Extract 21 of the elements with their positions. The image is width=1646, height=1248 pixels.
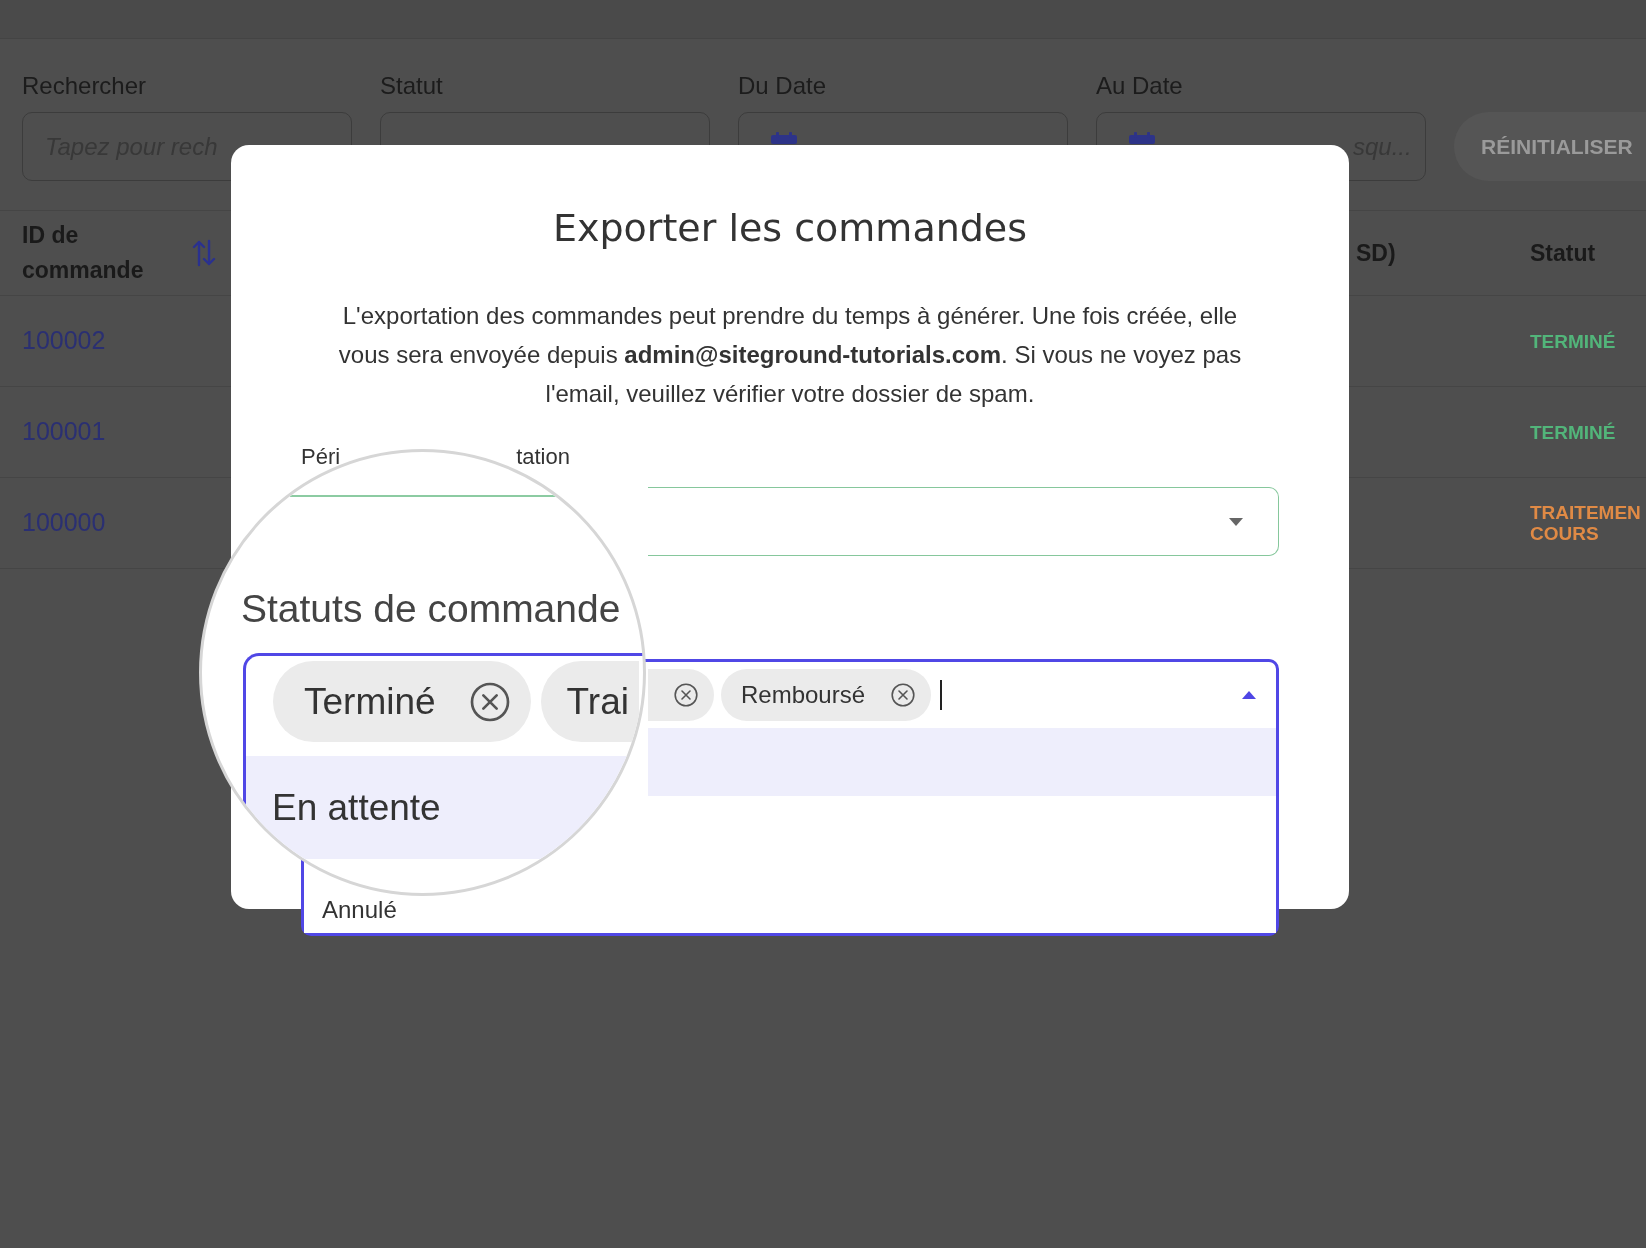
tag-label: Trai [566, 683, 629, 720]
caret-down-icon[interactable] [1229, 517, 1243, 526]
select-field[interactable] [648, 487, 1279, 556]
status-text: TERMINÉ [1530, 330, 1617, 352]
status-text: TRAITEMEN COURS [1530, 502, 1642, 544]
status-text: TERMINÉ [1530, 421, 1617, 443]
text-cursor [940, 680, 943, 710]
tag-label: Terminé [304, 683, 436, 720]
zoomed-multi-select-field[interactable]: Terminé Trai En attente [243, 653, 643, 859]
field-label: tation [516, 446, 570, 468]
tag-label: Remboursé [741, 683, 866, 707]
field-label: Péri [301, 446, 341, 468]
modal-description: L'exportation des commandes peut prendre du temps à générer. Une fois créée, elle vous sera envoyée depuis admin@siteground-tutorials.com. Si vous ne voyez pas l'email, veuillez vérifier votre dossier de spam. [337, 301, 1243, 409]
caret-up-icon[interactable] [1242, 691, 1256, 699]
calendar-icon [771, 132, 797, 144]
remove-icon[interactable] [674, 683, 698, 707]
remove-icon[interactable] [891, 683, 916, 707]
remove-icon[interactable] [469, 681, 510, 722]
modal-title: Exporter les commandes [552, 205, 1028, 252]
calendar-icon [1129, 132, 1155, 144]
field-label: Statuts de commande [241, 588, 621, 630]
